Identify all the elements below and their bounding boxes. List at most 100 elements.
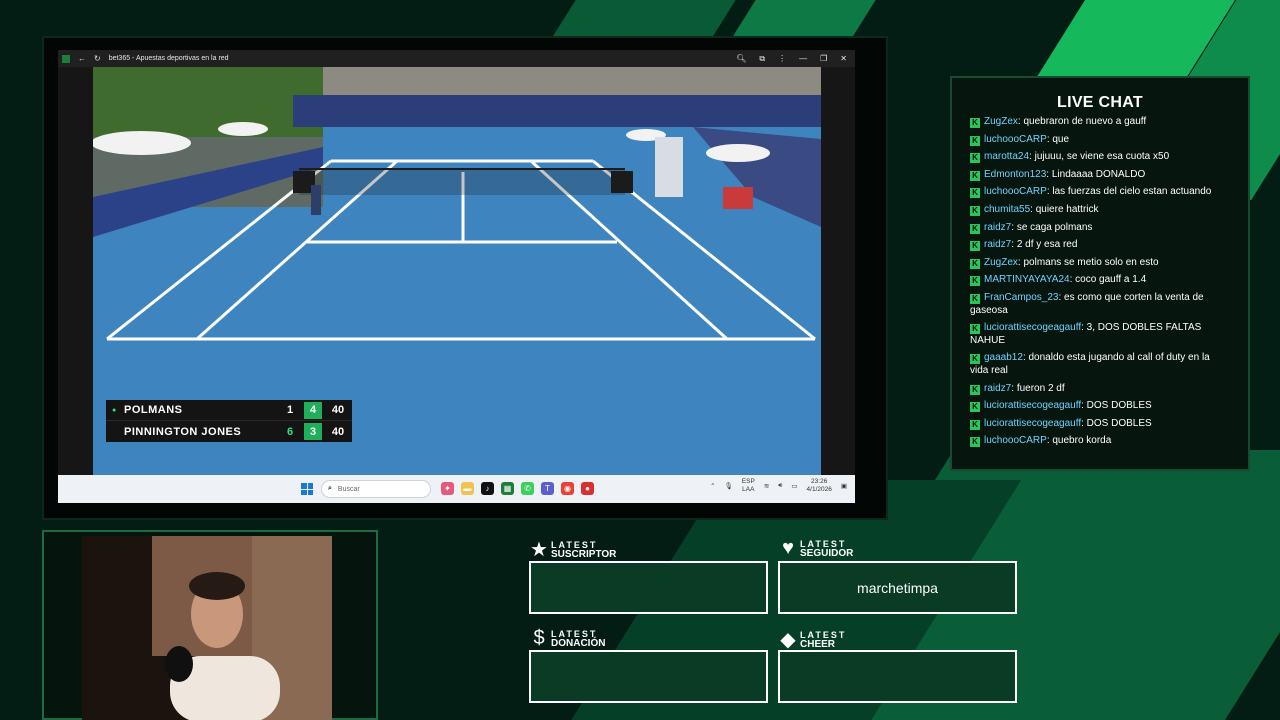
latest-donacion-label: $ LATEST DONACIÓN bbox=[529, 627, 605, 650]
latest-suscriptor-box bbox=[529, 561, 768, 614]
windows-start-icon[interactable] bbox=[301, 483, 313, 495]
search-icon: ⌕ bbox=[328, 485, 332, 492]
chat-message: KluchoooCARP: que bbox=[970, 134, 1222, 147]
video-player[interactable]: ● POLMANS 1 4 40 PINNINGTON JONES 6 3 40 bbox=[58, 67, 855, 475]
chat-message: Kluciorattisecogeagauff: DOS DOBLES bbox=[970, 418, 1222, 431]
kick-badge-icon: K bbox=[970, 170, 980, 181]
chat-message: K FranCampos_23: es como que corten la ve… bbox=[970, 291, 1204, 316]
chat-text: DOS DOBLES bbox=[1086, 400, 1152, 412]
refresh-icon[interactable]: ↻ bbox=[94, 54, 101, 63]
stream-browser-frame: ← ↻ bet365 - Apuestas deportivas en la r… bbox=[42, 36, 888, 520]
chat-text: Lindaaaa DONALDO bbox=[1051, 168, 1146, 180]
chat-username[interactable]: Edmonton123 bbox=[984, 169, 1046, 180]
chat-text: quiere hattrick bbox=[1035, 203, 1099, 215]
file-explorer-icon[interactable]: ▬ bbox=[461, 482, 474, 495]
system-tray: ⌃ 🎙︎ ESP LAA ≋ 🔊︎ ▭ 23:26 4/1/2026 ▣ bbox=[710, 478, 847, 494]
chat-message: Kraidz7: 2 df y esa red bbox=[970, 239, 1222, 252]
kick-badge-icon: K bbox=[970, 135, 980, 146]
chat-text: quebro korda bbox=[1052, 435, 1112, 447]
kick-badge-icon: K bbox=[970, 205, 980, 216]
chat-username[interactable]: raidz7 bbox=[984, 239, 1011, 250]
serve-indicator-icon: ● bbox=[112, 406, 117, 414]
chat-username[interactable]: luciorattisecogeagauff bbox=[984, 418, 1081, 429]
kick-badge-icon: K bbox=[970, 384, 980, 395]
chat-username[interactable]: MARTINYAYAYA24 bbox=[984, 274, 1070, 285]
browser-titlebar: ← ↻ bet365 - Apuestas deportivas en la r… bbox=[58, 50, 855, 67]
battery-icon[interactable]: ▭ bbox=[791, 482, 797, 490]
whatsapp-icon[interactable]: ✆ bbox=[521, 482, 534, 495]
extensions-icon[interactable]: ⧉ bbox=[759, 54, 765, 64]
kick-badge-icon: K bbox=[970, 276, 980, 287]
chat-message: K Edmonton123: Lindaaaa DONALDO bbox=[970, 169, 1222, 182]
chat-message: KluchoooCARP: quebro korda bbox=[970, 435, 1222, 448]
chat-username[interactable]: ZugZex bbox=[984, 257, 1018, 268]
kick-badge-icon: K bbox=[970, 258, 980, 269]
minimize-button[interactable]: — bbox=[799, 54, 807, 64]
app-notification-icon[interactable]: ● bbox=[581, 482, 594, 495]
restore-button[interactable]: ❐ bbox=[820, 54, 827, 64]
chat-username[interactable]: luchoooCARP bbox=[984, 134, 1047, 145]
chrome-icon[interactable]: ◉ bbox=[561, 482, 574, 495]
chat-username[interactable]: gaaab12 bbox=[984, 352, 1023, 363]
teams-icon[interactable]: T bbox=[541, 482, 554, 495]
chat-username[interactable]: marotta24 bbox=[984, 151, 1029, 162]
kick-badge-icon: K bbox=[970, 402, 980, 413]
volume-icon[interactable]: 🔊︎ bbox=[778, 482, 782, 490]
scoreboard-row: ● POLMANS 1 4 40 bbox=[106, 400, 352, 421]
back-arrow-icon[interactable]: ← bbox=[78, 54, 86, 63]
diamond-icon: ◆ bbox=[780, 629, 796, 651]
player-name: PINNINGTON JONES bbox=[124, 425, 242, 438]
copilot-icon[interactable]: ✦ bbox=[441, 482, 454, 495]
chat-message-list[interactable]: K ZugZex: quebraron de nuevo a gauff Kluch… bbox=[970, 116, 1222, 453]
chat-username[interactable]: luciorattisecogeagauff bbox=[984, 322, 1081, 333]
latest-seguidor-label: ♥ LATEST SEGUIDOR bbox=[778, 537, 853, 560]
chat-message: Kraidz7: fueron 2 df bbox=[970, 383, 1222, 396]
kick-badge-icon: K bbox=[970, 354, 980, 365]
game-points: 40 bbox=[331, 425, 345, 438]
set-score-current: 4 bbox=[304, 401, 322, 419]
language-indicator[interactable]: ESP LAA bbox=[742, 478, 755, 494]
chat-text: DOS DOBLES bbox=[1086, 417, 1152, 429]
chat-username[interactable]: chumita55 bbox=[984, 204, 1030, 215]
chat-username[interactable]: ZugZex bbox=[984, 116, 1018, 127]
chat-text: jujuuu, se viene esa cuota x50 bbox=[1034, 151, 1170, 163]
menu-dots-icon[interactable]: ⋮ bbox=[778, 54, 786, 64]
chat-text: coco gauff a 1.4 bbox=[1075, 274, 1147, 286]
zoom-icon[interactable]: 🔍︎ bbox=[736, 54, 746, 64]
taskbar-apps: ✦ ▬ ♪ ▦ ✆ T ◉ ● bbox=[441, 482, 594, 495]
taskbar-search-input[interactable]: ⌕ Buscar bbox=[321, 480, 431, 498]
player-name: POLMANS bbox=[124, 404, 183, 416]
webcam-frame bbox=[42, 530, 378, 720]
wifi-icon[interactable]: ≋ bbox=[764, 482, 769, 490]
chat-username[interactable]: luciorattisecogeagauff bbox=[984, 400, 1081, 411]
chat-message: KluchoooCARP: las fuerzas del cielo esta… bbox=[970, 186, 1222, 199]
bet365-taskbar-icon[interactable]: ▦ bbox=[501, 482, 514, 495]
chat-message: Kmarotta24: jujuuu, se viene esa cuota x… bbox=[970, 151, 1222, 164]
chat-username[interactable]: luchoooCARP bbox=[984, 186, 1047, 197]
chat-text: se caga polmans bbox=[1016, 221, 1093, 233]
chat-username[interactable]: FranCampos_23 bbox=[984, 292, 1058, 303]
browser-title: bet365 - Apuestas deportivas en la red bbox=[108, 55, 229, 62]
set-score: 6 bbox=[286, 425, 294, 438]
kick-badge-icon: K bbox=[970, 188, 980, 199]
set-score: 1 bbox=[286, 404, 294, 416]
chevron-up-icon[interactable]: ⌃ bbox=[710, 482, 715, 490]
microphone-icon[interactable]: 🎙︎ bbox=[725, 482, 733, 490]
latest-donacion-box bbox=[529, 650, 768, 703]
notifications-icon[interactable]: ▣ bbox=[841, 482, 847, 490]
kick-badge-icon: K bbox=[970, 419, 980, 430]
chat-text: polmans se metio solo en esto bbox=[1023, 256, 1159, 268]
kick-badge-icon: K bbox=[970, 293, 980, 304]
bet365-app-icon bbox=[62, 54, 70, 63]
close-button[interactable]: ✕ bbox=[840, 54, 847, 64]
chat-message: Kluciorattisecogeagauff: DOS DOBLES bbox=[970, 400, 1222, 413]
chat-username[interactable]: raidz7 bbox=[984, 383, 1011, 394]
latest-cheer-box bbox=[778, 650, 1017, 703]
latest-cheer-label: ◆ LATEST CHEER bbox=[778, 627, 846, 652]
webcam-feed bbox=[82, 536, 332, 720]
chat-text: fueron 2 df bbox=[1016, 382, 1065, 394]
chat-username[interactable]: raidz7 bbox=[984, 222, 1011, 233]
clock[interactable]: 23:26 4/1/2026 bbox=[807, 478, 832, 494]
chat-username[interactable]: luchoooCARP bbox=[984, 435, 1047, 446]
tiktok-icon[interactable]: ♪ bbox=[481, 482, 494, 495]
